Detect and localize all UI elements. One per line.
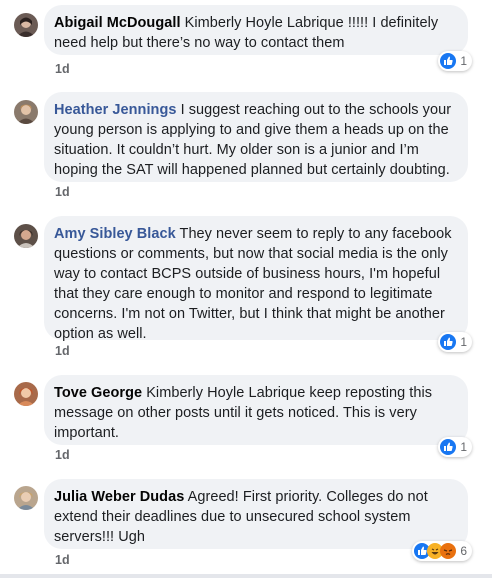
comment-timestamp[interactable]: 1d: [55, 62, 70, 76]
comment-text: They never seem to reply to any facebook…: [54, 226, 452, 342]
reaction-summary[interactable]: 6: [412, 541, 472, 561]
reaction-count: 6: [460, 544, 467, 558]
reaction-count: 1: [460, 335, 467, 349]
comment-timestamp[interactable]: 1d: [55, 448, 70, 462]
comment-timestamp[interactable]: 1d: [55, 185, 70, 199]
reaction-count: 1: [460, 440, 467, 454]
comment-author[interactable]: Amy Sibley Black: [54, 226, 176, 242]
comment-bubble: Tove George Kimberly Hoyle Labrique keep…: [44, 375, 468, 445]
like-icon: [440, 53, 457, 69]
angry-icon: [440, 543, 457, 559]
avatar[interactable]: [14, 100, 38, 124]
comment-author[interactable]: Heather Jennings: [54, 102, 176, 118]
reaction-summary[interactable]: 1: [438, 332, 472, 352]
reaction-summary[interactable]: 1: [438, 437, 472, 457]
reaction-summary[interactable]: 1: [438, 51, 472, 71]
like-icon: [440, 439, 457, 455]
avatar[interactable]: [14, 224, 38, 248]
comment-author[interactable]: Julia Weber Dudas: [54, 489, 184, 505]
comment-bubble: Abigail McDougall Kimberly Hoyle Labriqu…: [44, 5, 468, 55]
bottom-divider: [0, 574, 492, 578]
avatar[interactable]: [14, 382, 38, 406]
comment-timestamp[interactable]: 1d: [55, 344, 70, 358]
reaction-count: 1: [460, 54, 467, 68]
avatar[interactable]: [14, 13, 38, 37]
comment-bubble: Heather Jennings I suggest reaching out …: [44, 92, 468, 182]
comment-bubble: Julia Weber Dudas Agreed! First priority…: [44, 479, 468, 549]
comment-author[interactable]: Tove George: [54, 385, 142, 401]
like-icon: [440, 334, 457, 350]
comment-author[interactable]: Abigail McDougall: [54, 15, 181, 31]
comment-timestamp[interactable]: 1d: [55, 553, 70, 567]
comment-bubble: Amy Sibley Black They never seem to repl…: [44, 216, 468, 342]
avatar[interactable]: [14, 486, 38, 510]
